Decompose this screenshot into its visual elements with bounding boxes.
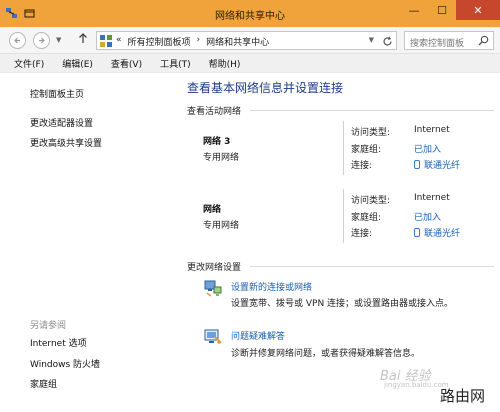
change-advanced-sharing-link[interactable]: 更改高级共享设置: [30, 136, 102, 149]
troubleshoot-desc: 诊断并修复网络问题，或者获得疑难解答信息。: [231, 349, 421, 359]
menu-tools[interactable]: 工具(T): [160, 57, 191, 70]
network-2-homegroup-link[interactable]: 已加入: [414, 210, 441, 223]
menu-file[interactable]: 文件(F): [14, 57, 44, 70]
address-toolbar: ▼ « 所有控制面板项 › 网络和共享中心 ▼ 搜索控制面板: [0, 27, 500, 54]
homegroup-link[interactable]: 家庭组: [30, 377, 57, 390]
see-also-heading: 另请参阅: [30, 321, 67, 331]
windows-firewall-link[interactable]: Windows 防火墙: [30, 357, 100, 370]
close-button[interactable]: ✕: [456, 0, 500, 20]
ethernet-icon: [414, 160, 420, 169]
menu-help[interactable]: 帮助(H): [209, 57, 241, 70]
maximize-button[interactable]: ☐: [428, 0, 456, 20]
breadcrumb-overflow[interactable]: «: [116, 35, 122, 48]
network-2-separator: [343, 189, 344, 243]
troubleshoot-link[interactable]: 问题疑难解答: [231, 329, 285, 342]
network-1-homegroup-label: 家庭组:: [351, 145, 382, 155]
network-2-connection-label: 连接:: [351, 229, 373, 239]
search-placeholder: 搜索控制面板: [410, 39, 465, 49]
address-history-dropdown[interactable]: ▼: [369, 36, 374, 44]
setup-new-connection-link[interactable]: 设置新的连接或网络: [231, 280, 312, 293]
menu-bar: 文件(F) 编辑(E) 查看(V) 工具(T) 帮助(H): [0, 54, 500, 73]
refresh-icon: [383, 36, 392, 46]
network-1-homegroup-link[interactable]: 已加入: [414, 142, 441, 155]
control-panel-icon: [100, 35, 112, 47]
network-1-access-value: Internet: [414, 125, 450, 135]
minimize-button[interactable]: —: [400, 0, 428, 20]
breadcrumb: « 所有控制面板项 › 网络和共享中心: [116, 35, 269, 48]
baidu-watermark-url: jingyan.baidu.com: [384, 381, 449, 389]
network-1-connection-label: 连接:: [351, 161, 373, 171]
left-navigation-pane: 控制面板主页 更改适配器设置 更改高级共享设置 另请参阅 Internet 选项…: [0, 73, 176, 412]
window-controls: — ☐ ✕: [400, 0, 500, 20]
up-button[interactable]: [78, 32, 88, 47]
search-input[interactable]: 搜索控制面板: [404, 31, 494, 50]
network-1-separator: [343, 121, 344, 175]
breadcrumb-item-all-control-panel[interactable]: 所有控制面板项: [128, 35, 191, 48]
network-2-connection-value: 联通光纤: [424, 229, 461, 239]
refresh-button[interactable]: [382, 33, 393, 50]
up-arrow-icon: [79, 33, 87, 43]
change-adapter-settings-link[interactable]: 更改适配器设置: [30, 116, 93, 129]
brand-watermark: 路由网: [440, 387, 486, 405]
recent-pages-dropdown[interactable]: ▼: [56, 36, 61, 44]
forward-arrow-icon: [39, 37, 45, 44]
internet-options-link[interactable]: Internet 选项: [30, 336, 87, 349]
search-icon[interactable]: [478, 35, 489, 49]
active-networks-heading: 查看活动网络: [187, 107, 242, 117]
network-1-type[interactable]: 专用网络: [203, 150, 239, 163]
network-2-connection-link[interactable]: 联通光纤: [414, 226, 460, 239]
address-bar[interactable]: « 所有控制面板项 › 网络和共享中心 ▼: [96, 31, 397, 50]
network-1-connection-link[interactable]: 联通光纤: [414, 158, 460, 171]
network-2-homegroup-label: 家庭组:: [351, 213, 382, 223]
breadcrumb-separator[interactable]: ›: [197, 35, 201, 48]
menu-edit[interactable]: 编辑(E): [62, 57, 93, 70]
title-bar: 网络和共享中心 — ☐ ✕: [0, 0, 500, 27]
forward-button[interactable]: [33, 32, 50, 49]
new-connection-icon: [203, 278, 223, 298]
change-settings-heading: 更改网络设置: [187, 263, 242, 273]
network-1-name: 网络 3: [203, 137, 231, 147]
ethernet-icon: [414, 228, 420, 237]
page-title: 查看基本网络信息并设置连接: [187, 81, 344, 95]
back-arrow-icon: [14, 37, 20, 44]
control-panel-home-link[interactable]: 控制面板主页: [30, 87, 84, 100]
change-settings-divider: [250, 266, 494, 267]
menu-view[interactable]: 查看(V): [111, 57, 142, 70]
main-content: 查看基本网络信息并设置连接 查看活动网络 网络 3 专用网络 访问类型: Int…: [176, 73, 500, 412]
troubleshoot-icon: [203, 327, 223, 347]
network-2-name: 网络: [203, 205, 222, 215]
back-button[interactable]: [9, 32, 26, 49]
network-1-connection-value: 联通光纤: [424, 161, 461, 171]
network-1-access-label: 访问类型:: [351, 128, 391, 138]
breadcrumb-item-network-center[interactable]: 网络和共享中心: [206, 35, 269, 48]
network-2-type[interactable]: 专用网络: [203, 218, 239, 231]
network-2-access-label: 访问类型:: [351, 196, 391, 206]
network-2-access-value: Internet: [414, 193, 450, 203]
active-networks-divider: [250, 110, 494, 111]
setup-new-connection-desc: 设置宽带、拨号或 VPN 连接；或设置路由器或接入点。: [231, 299, 454, 309]
